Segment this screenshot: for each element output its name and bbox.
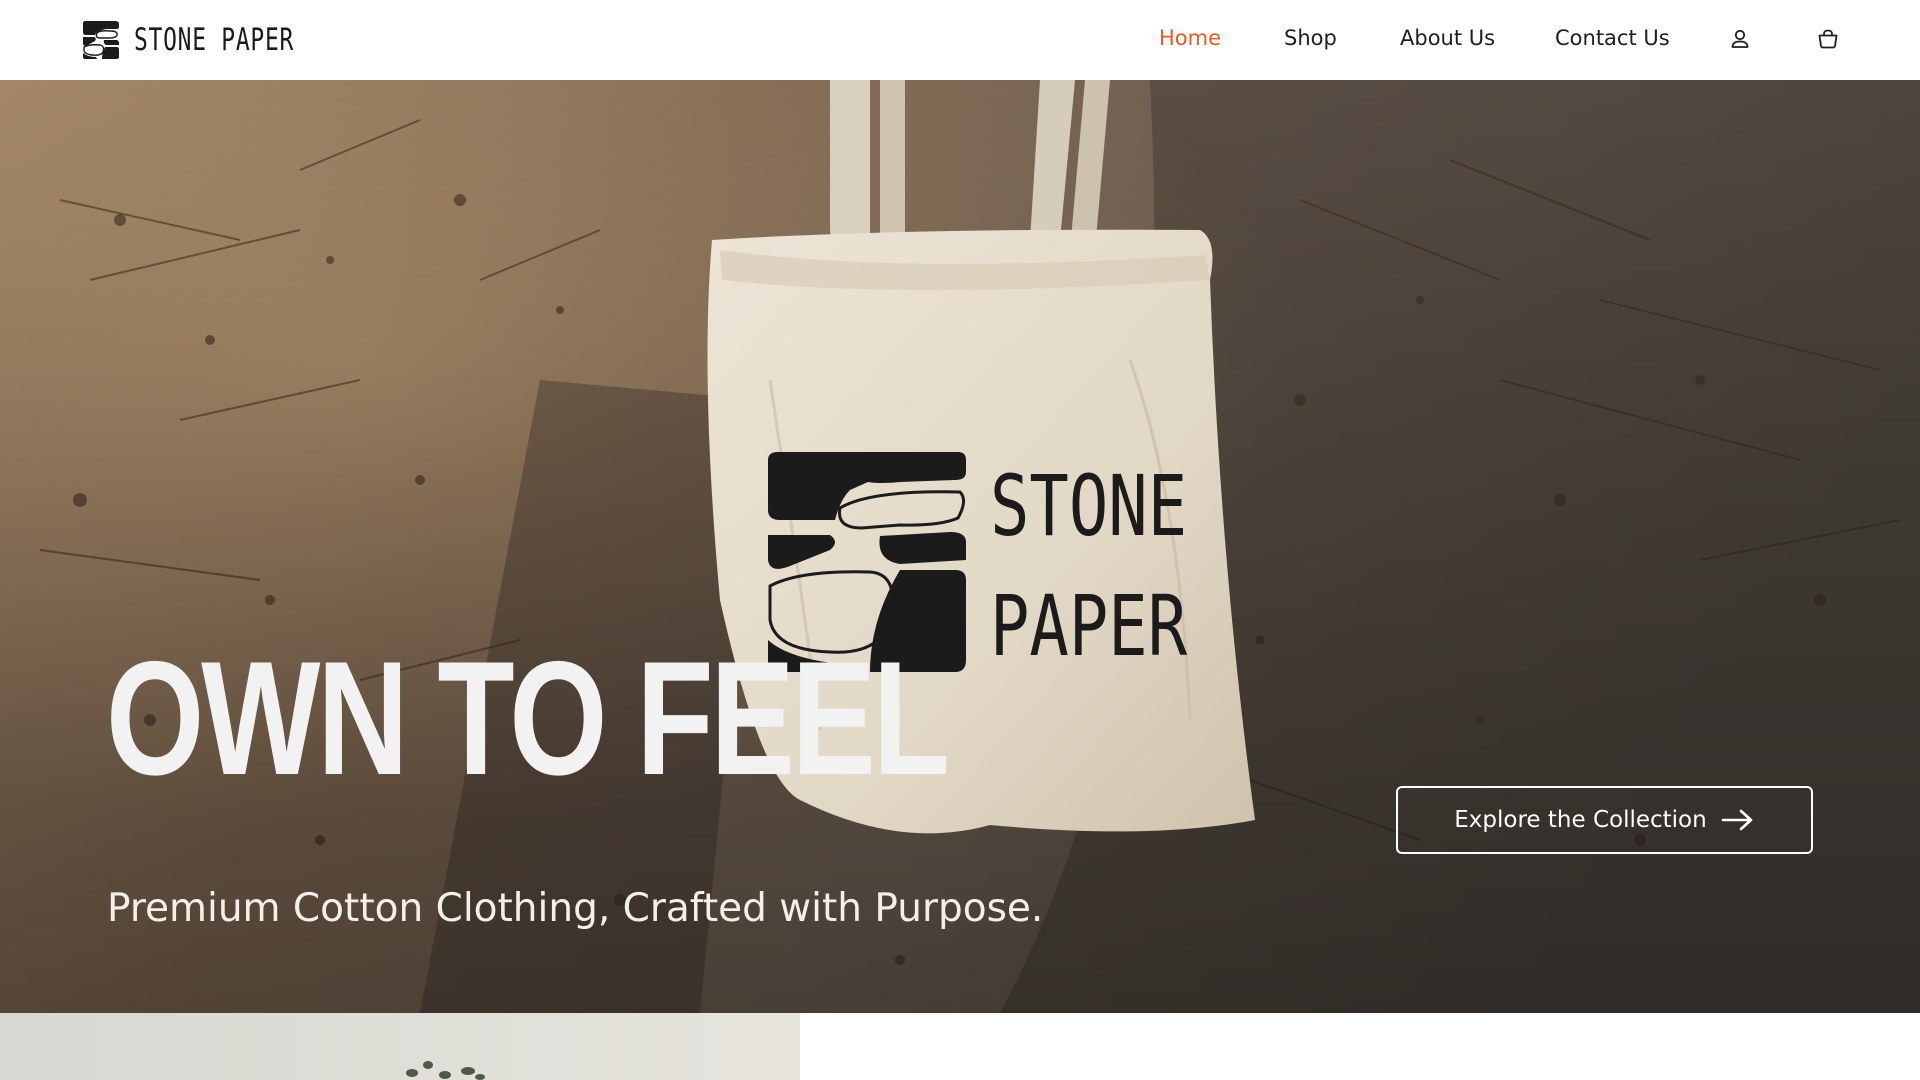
hero-title: OWN TO FEEL (106, 628, 950, 809)
hero-background-image: STONE PAPER (0, 80, 1920, 1013)
nav-item-about-us[interactable]: About Us (1400, 26, 1495, 50)
shopping-bag-icon[interactable] (1816, 27, 1840, 51)
featured-section (0, 1013, 1920, 1080)
nav-item-home[interactable]: Home (1159, 26, 1221, 50)
nav-item-contact-us[interactable]: Contact Us (1555, 26, 1670, 50)
cta-label: Explore the Collection (1454, 807, 1707, 833)
site-header: STONE PAPER Home Shop About Us Contact U… (0, 0, 1920, 80)
explore-collection-button[interactable]: Explore the Collection (1396, 786, 1813, 854)
nav-item-shop[interactable]: Shop (1284, 26, 1337, 50)
main-nav: Home Shop About Us Contact Us (0, 0, 1920, 80)
arrow-right-icon (1721, 809, 1753, 831)
featured-image (0, 1013, 800, 1080)
hero-subtitle: Premium Cotton Clothing, Crafted with Pu… (107, 886, 1044, 931)
svg-text:STONE: STONE (990, 457, 1187, 555)
hero-section: STONE PAPER OWN TO FEEL Premium Cotton C… (0, 80, 1920, 1013)
svg-text:PAPER: PAPER (990, 577, 1188, 675)
user-icon[interactable] (1728, 27, 1752, 51)
